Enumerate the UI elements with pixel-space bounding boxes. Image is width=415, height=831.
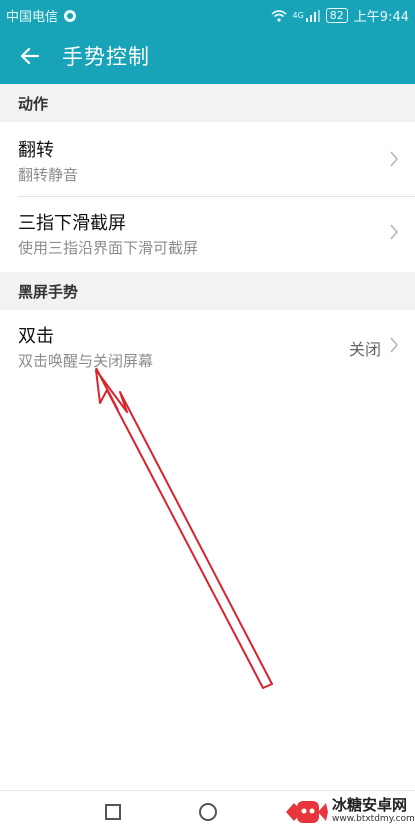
status-bar: 中国电信 4G 82 上午9:44 [0,0,415,28]
clock: 上午9:44 [353,10,409,25]
item-value: 关闭 [348,340,381,359]
signal-icon [305,9,320,22]
item-title: 双击 [18,326,54,347]
recent-apps-icon[interactable] [105,804,121,820]
chevron-right-icon [390,337,399,353]
notification-icon [64,9,77,22]
battery-indicator: 82 [325,8,348,23]
app-bar: 手势控制 [0,28,415,84]
watermark-logo [286,801,328,823]
settings-item-flip[interactable]: 翻转 翻转静音 [0,122,415,196]
home-icon[interactable] [199,803,217,821]
watermark-name: 冰糖安卓网 [332,796,408,814]
carrier-label: 中国电信 [6,10,59,25]
chevron-right-icon [390,224,399,240]
settings-item-double-tap[interactable]: 双击 双击唤醒与关闭屏幕 关闭 [0,310,415,382]
item-title: 翻转 [18,140,54,161]
section-header-screen-off-gestures: 黑屏手势 [0,272,415,310]
item-subtitle: 使用三指沿界面下滑可截屏 [18,239,199,257]
page-title: 手势控制 [62,45,150,69]
back-arrow-icon[interactable] [18,44,42,68]
watermark-url: www.btxtdmy.com [332,814,415,824]
item-title: 三指下滑截屏 [18,213,126,234]
settings-item-three-finger-screenshot[interactable]: 三指下滑截屏 使用三指沿界面下滑可截屏 [0,197,415,269]
chevron-right-icon [390,151,399,167]
wifi-icon [270,9,287,22]
item-subtitle: 双击唤醒与关闭屏幕 [18,352,154,370]
network-type: 4G [292,11,304,20]
watermark: 冰糖安卓网 www.btxtdmy.com [332,796,415,825]
section-header-actions: 动作 [0,84,415,122]
item-subtitle: 翻转静音 [18,166,79,184]
